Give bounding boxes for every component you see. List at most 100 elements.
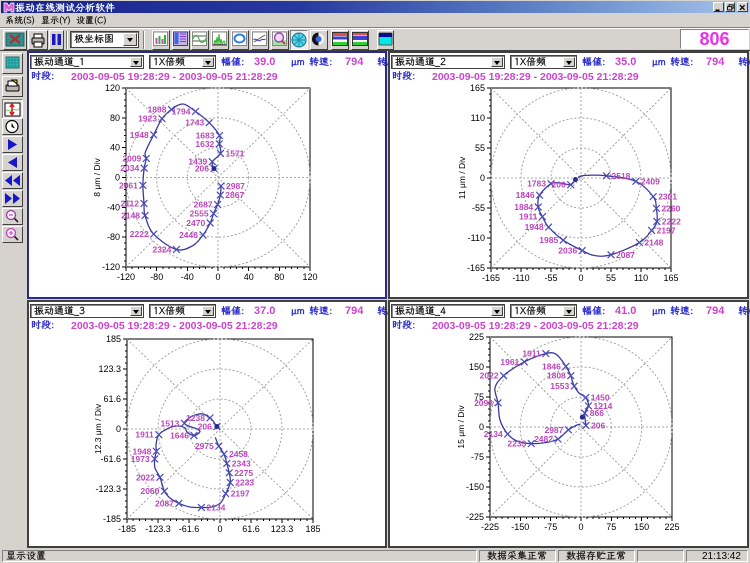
svg-text:-110: -110 [468,233,485,243]
svg-text:165: 165 [470,83,485,93]
svg-text:206: 206 [552,180,566,190]
svg-text:2555: 2555 [190,209,209,219]
svg-text:-61.6: -61.6 [100,454,121,464]
svg-text:-40: -40 [107,202,120,212]
svg-text:2301: 2301 [658,192,677,202]
svg-text:1985: 1985 [539,235,558,245]
svg-text:185: 185 [106,334,121,344]
svg-text:225: 225 [469,332,484,342]
svg-text:1743: 1743 [185,118,204,128]
svg-text:2233: 2233 [235,478,254,488]
svg-text:-55: -55 [544,273,557,283]
svg-text:-150: -150 [511,522,529,532]
svg-text:2148: 2148 [644,238,663,248]
svg-text:120: 120 [105,83,120,93]
svg-text:225: 225 [664,522,679,532]
svg-text:1646: 1646 [170,431,189,441]
svg-text:110: 110 [634,273,648,283]
svg-text:40: 40 [110,143,120,153]
svg-text:1846: 1846 [542,361,561,371]
svg-text:0: 0 [578,273,583,283]
svg-text:1911: 1911 [135,430,154,440]
svg-text:-61.6: -61.6 [179,524,200,534]
svg-text:185: 185 [305,524,320,534]
svg-text:8 μm / Div: 8 μm / Div [92,158,102,197]
svg-text:-120: -120 [102,262,120,272]
svg-text:2098: 2098 [474,398,493,408]
svg-text:2134: 2134 [206,503,225,513]
svg-text:2222: 2222 [130,229,149,239]
svg-text:-225: -225 [481,522,499,532]
svg-text:0: 0 [578,522,583,532]
svg-text:55: 55 [606,273,616,283]
svg-text:2687: 2687 [194,200,213,210]
svg-text:2022: 2022 [480,371,499,381]
svg-text:1450: 1450 [591,393,610,403]
svg-text:-80: -80 [107,232,120,242]
svg-text:2222: 2222 [662,217,681,227]
svg-text:2867: 2867 [225,190,244,200]
svg-text:123.3: 123.3 [271,524,294,534]
svg-text:1571: 1571 [226,149,245,159]
svg-text:2060: 2060 [140,486,159,496]
svg-text:165: 165 [663,273,678,283]
svg-text:15 μm / Div: 15 μm / Div [456,405,466,449]
svg-text:12.3 μm / Div: 12.3 μm / Div [93,403,103,454]
svg-text:1783: 1783 [527,179,546,189]
svg-text:2458: 2458 [229,449,248,459]
svg-text:2987: 2987 [544,425,563,435]
svg-text:1846: 1846 [516,190,535,200]
svg-text:1961: 1961 [500,357,519,367]
svg-text:2036: 2036 [558,246,577,256]
svg-text:1808: 1808 [547,371,566,381]
svg-text:2518: 2518 [612,171,631,181]
svg-text:120: 120 [302,272,317,282]
svg-text:2975: 2975 [195,441,214,451]
svg-text:-75: -75 [544,522,557,532]
svg-text:-165: -165 [482,273,500,283]
svg-text:2987: 2987 [226,181,245,191]
svg-text:-75: -75 [471,452,484,462]
svg-text:1911: 1911 [519,212,538,222]
svg-text:2197: 2197 [657,226,676,236]
svg-text:-40: -40 [181,272,194,282]
svg-text:75: 75 [606,522,616,532]
svg-text:2022: 2022 [136,472,155,482]
svg-text:-225: -225 [466,512,484,522]
svg-text:2260: 2260 [661,203,680,213]
svg-text:2087: 2087 [155,498,174,508]
svg-text:2233: 2233 [507,439,526,449]
svg-text:-185: -185 [103,514,121,524]
svg-text:0: 0 [217,524,222,534]
svg-text:2446: 2446 [179,230,198,240]
svg-text:1513: 1513 [160,418,179,428]
svg-text:0: 0 [215,272,220,282]
svg-text:1794: 1794 [172,106,191,116]
svg-text:1683: 1683 [196,131,215,141]
svg-text:-80: -80 [150,272,163,282]
svg-text:80: 80 [110,113,120,123]
svg-text:80: 80 [274,272,284,282]
svg-text:1439: 1439 [188,157,207,167]
svg-text:55: 55 [475,143,485,153]
svg-text:2148: 2148 [121,211,140,221]
svg-text:-110: -110 [512,273,529,283]
svg-text:2112: 2112 [121,199,140,209]
svg-text:2009: 2009 [122,153,141,163]
svg-text:2087: 2087 [616,250,635,260]
svg-text:2275: 2275 [234,468,253,478]
svg-text:1553: 1553 [550,381,569,391]
svg-text:2409: 2409 [641,176,660,186]
svg-text:206: 206 [591,421,605,431]
svg-text:2034: 2034 [120,163,139,173]
svg-text:-165: -165 [467,263,485,273]
svg-text:40: 40 [244,272,254,282]
svg-text:150: 150 [634,522,649,532]
svg-text:206: 206 [198,422,212,432]
svg-text:1911: 1911 [522,349,541,359]
svg-text:-55: -55 [472,203,485,213]
svg-text:-150: -150 [466,482,484,492]
svg-text:2324: 2324 [152,245,171,255]
svg-text:1948: 1948 [130,130,149,140]
svg-text:123.3: 123.3 [98,364,121,374]
